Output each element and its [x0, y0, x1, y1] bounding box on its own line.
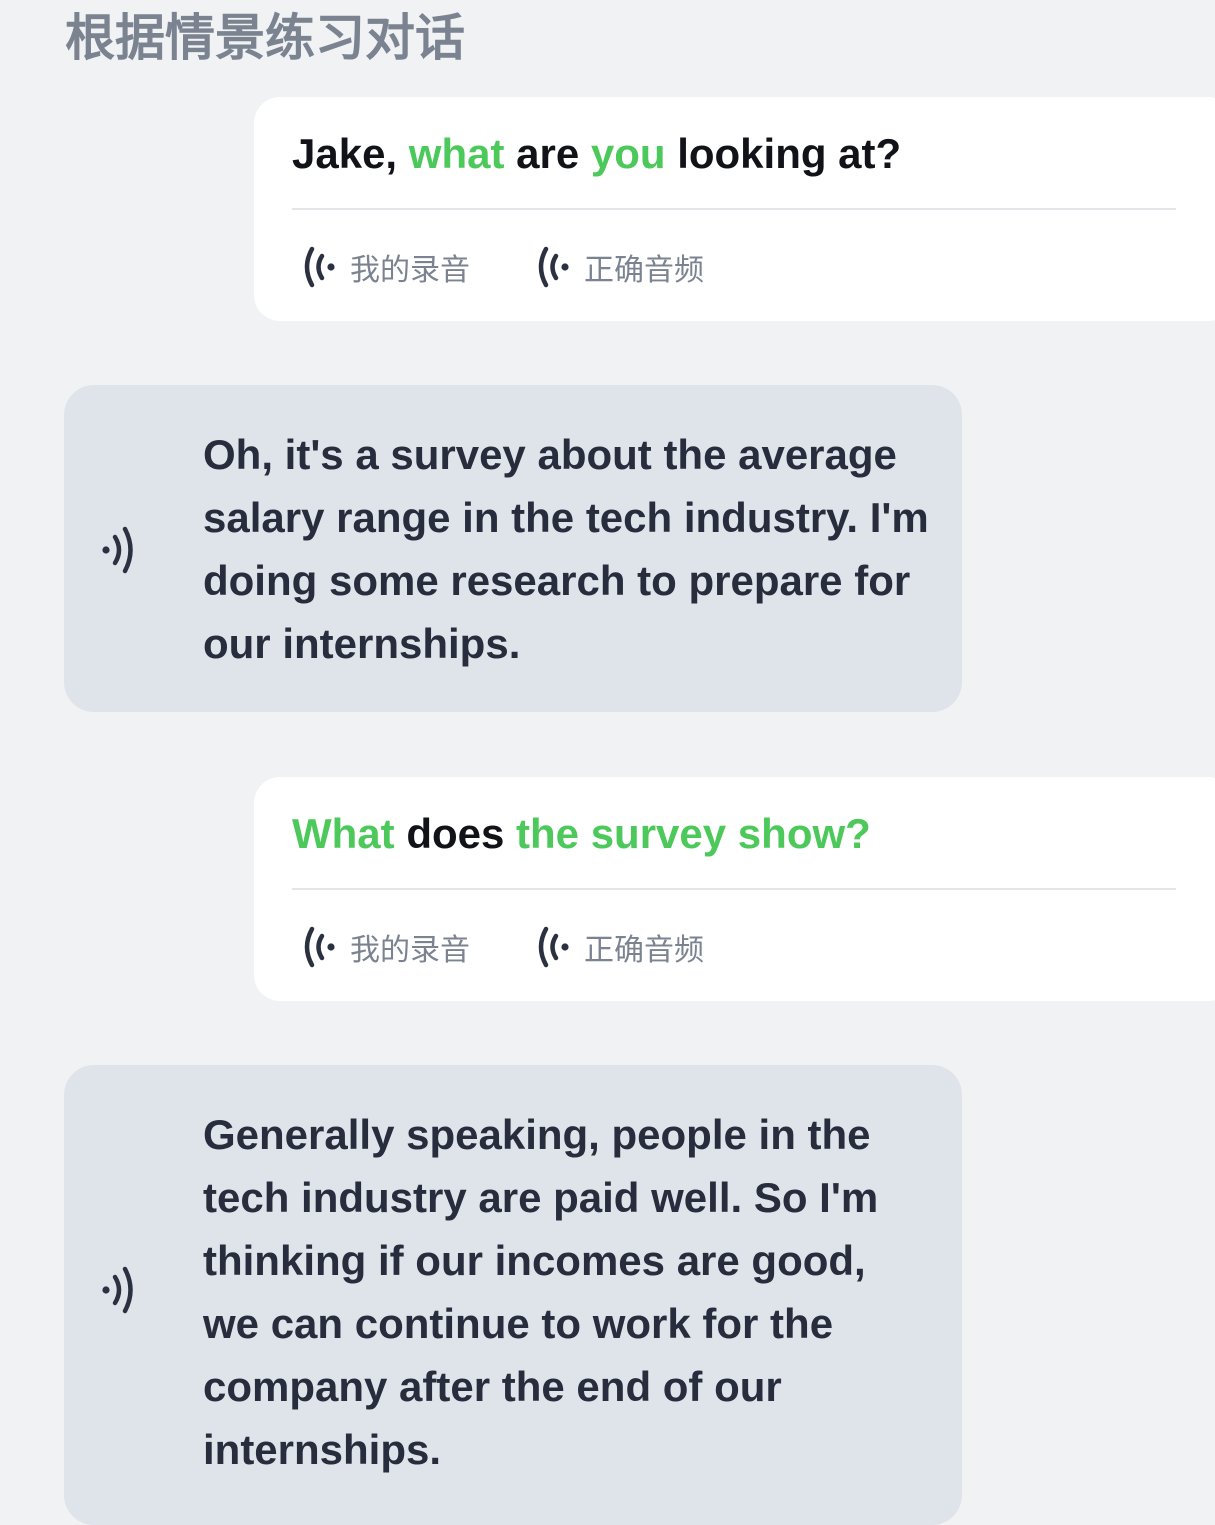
highlighted-word: what [408, 130, 505, 177]
sound-waves-left-icon [304, 926, 335, 968]
my-recording-label: 我的录音 [350, 933, 470, 968]
sentence-word: Jake, [292, 130, 409, 177]
sound-waves-left-icon [538, 926, 569, 968]
sentence-word: does [394, 810, 517, 857]
sentence-word: looking at? [665, 130, 902, 177]
highlighted-word: the survey show? [516, 810, 871, 857]
highlighted-word: you [590, 130, 666, 177]
sentence-word: are [504, 130, 591, 177]
page-title: 根据情景练习对话 [65, 9, 465, 67]
user-sentence: What does the survey show? [292, 807, 871, 861]
partner-sentence: Generally speaking, people in the tech i… [203, 1111, 879, 1473]
my-recording-label: 我的录音 [350, 253, 470, 288]
user-sentence: Jake, what are you looking at? [292, 127, 901, 181]
divider [292, 208, 1176, 210]
highlighted-word: What [292, 810, 395, 857]
correct-audio-button[interactable]: 正确音频 [534, 237, 704, 297]
my-recording-button[interactable]: 我的录音 [300, 917, 470, 977]
sound-waves-left-icon [304, 246, 335, 288]
partner-turn-card: Oh, it's a survey about the average sala… [64, 385, 962, 712]
sound-waves-left-icon [538, 246, 569, 288]
user-turn-card: Jake, what are you looking at? 我的录音 正确音频 [254, 97, 1215, 321]
speaker-icon[interactable] [98, 1263, 142, 1317]
partner-turn-card: Generally speaking, people in the tech i… [64, 1065, 962, 1525]
correct-audio-label: 正确音频 [584, 253, 704, 288]
speaker-icon[interactable] [98, 523, 142, 577]
correct-audio-label: 正确音频 [584, 933, 704, 968]
user-turn-card: What does the survey show? 我的录音 正确音频 [254, 777, 1215, 1001]
divider [292, 888, 1176, 890]
correct-audio-button[interactable]: 正确音频 [534, 917, 704, 977]
partner-sentence: Oh, it's a survey about the average sala… [203, 431, 929, 667]
my-recording-button[interactable]: 我的录音 [300, 237, 470, 297]
